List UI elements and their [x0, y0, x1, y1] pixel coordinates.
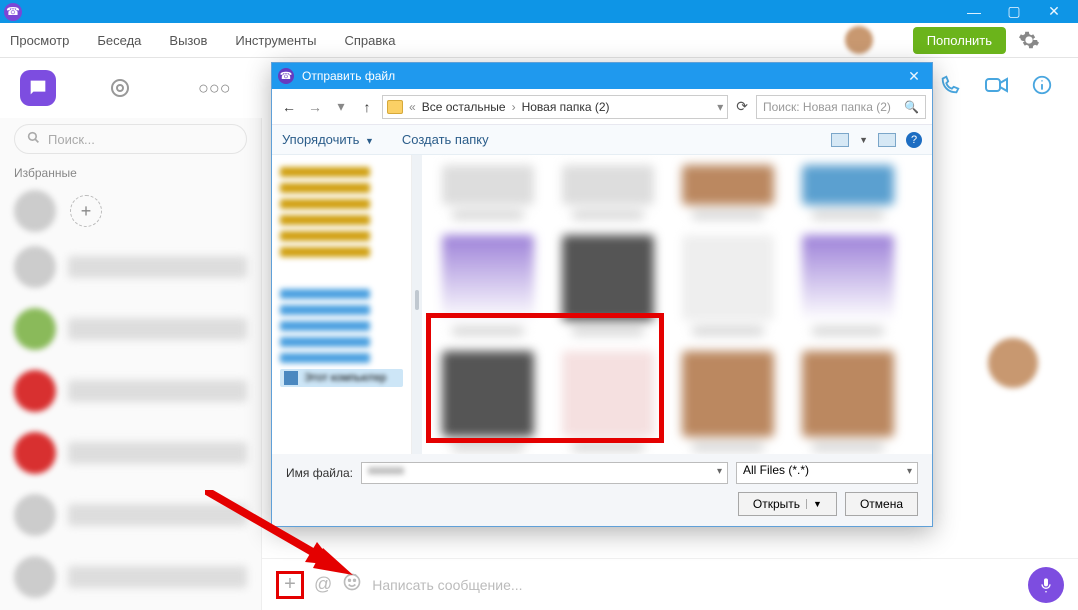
dialog-search-input[interactable]: Поиск: Новая папка (2) 🔍: [756, 95, 926, 119]
file-dialog: ☎ Отправить файл ✕ ← → ▾ ↑ « Все остальн…: [271, 62, 933, 527]
new-folder-button[interactable]: Создать папку: [402, 132, 489, 147]
chat-list: [0, 236, 261, 610]
nav-back-button[interactable]: ←: [278, 99, 300, 115]
search-icon: 🔍: [904, 100, 919, 114]
sidebar: Поиск... Избранные +: [0, 118, 262, 610]
contact-avatar: [988, 338, 1038, 388]
menu-tools[interactable]: Инструменты: [235, 33, 316, 48]
breadcrumb[interactable]: « Все остальные › Новая папка (2) ▾: [382, 95, 728, 119]
preview-pane-button[interactable]: [878, 133, 896, 147]
folder-tree[interactable]: Этот компьютер: [272, 155, 412, 454]
view-mode-button[interactable]: [831, 133, 849, 147]
nav-history-button[interactable]: ▾: [330, 98, 352, 115]
folder-icon: [387, 100, 403, 114]
dialog-close-button[interactable]: ✕: [902, 68, 926, 85]
gear-icon[interactable]: [1018, 29, 1040, 51]
tree-selected-item[interactable]: Этот компьютер: [280, 369, 403, 387]
crumb-item[interactable]: Все остальные: [422, 100, 506, 114]
close-button[interactable]: ✕: [1034, 3, 1074, 20]
menu-help[interactable]: Справка: [344, 33, 395, 48]
dialog-search-placeholder: Поиск: Новая папка (2): [763, 100, 891, 114]
sticker-icon[interactable]: [342, 572, 362, 597]
message-composer: + @ Написать сообщение...: [262, 558, 1078, 610]
phone-icon[interactable]: [938, 74, 962, 102]
tab-chats[interactable]: [20, 70, 56, 106]
crumb-item[interactable]: Новая папка (2): [522, 100, 610, 114]
dialog-footer: Имя файла: xxxxxx All Files (*.*) Открыт…: [272, 454, 932, 526]
dialog-title: Отправить файл: [302, 69, 395, 83]
chat-item[interactable]: [0, 422, 261, 484]
filetype-select[interactable]: All Files (*.*): [736, 462, 918, 484]
chat-item[interactable]: [0, 360, 261, 422]
dialog-app-icon: ☎: [278, 68, 294, 84]
refresh-button[interactable]: ⟳: [736, 98, 748, 115]
nav-forward-button[interactable]: →: [304, 99, 326, 115]
favorites-label: Избранные: [0, 160, 261, 186]
video-icon[interactable]: [984, 74, 1008, 102]
search-placeholder: Поиск...: [48, 132, 95, 147]
dialog-toolbar: Упорядочить ▼ Создать папку ▼ ?: [272, 125, 932, 155]
add-favorite-button[interactable]: +: [70, 195, 102, 227]
menu-call[interactable]: Вызов: [169, 33, 207, 48]
topup-button[interactable]: Пополнить: [913, 27, 1006, 54]
tab-more[interactable]: ○○○: [198, 78, 231, 99]
chat-item[interactable]: [0, 546, 261, 608]
app-icon: ☎: [4, 3, 22, 21]
minimize-button[interactable]: —: [954, 4, 994, 20]
search-icon: [27, 131, 40, 147]
chat-item[interactable]: [0, 236, 261, 298]
cancel-button[interactable]: Отмена: [845, 492, 918, 516]
search-input[interactable]: Поиск...: [14, 124, 247, 154]
profile-avatar[interactable]: [845, 26, 873, 54]
menubar: Просмотр Беседа Вызов Инструменты Справк…: [0, 23, 1078, 58]
attach-button[interactable]: +: [276, 571, 304, 599]
help-button[interactable]: ?: [906, 132, 922, 148]
mic-button[interactable]: [1028, 567, 1064, 603]
filename-input[interactable]: xxxxxx: [361, 462, 728, 484]
chat-item[interactable]: [0, 298, 261, 360]
mention-icon[interactable]: @: [314, 574, 332, 595]
info-icon[interactable]: [1030, 74, 1054, 102]
window-titlebar: ☎ — ▢ ✕: [0, 0, 1078, 23]
dialog-nav: ← → ▾ ↑ « Все остальные › Новая папка (2…: [272, 89, 932, 125]
tab-public[interactable]: [102, 70, 138, 106]
organize-button[interactable]: Упорядочить ▼: [282, 132, 374, 147]
menu-chat[interactable]: Беседа: [97, 33, 141, 48]
menu-view[interactable]: Просмотр: [10, 33, 69, 48]
favorite-avatar[interactable]: [14, 190, 56, 232]
message-input[interactable]: Написать сообщение...: [372, 577, 1018, 593]
maximize-button[interactable]: ▢: [994, 3, 1034, 20]
open-button[interactable]: Открыть▼: [738, 492, 837, 516]
file-grid[interactable]: [422, 155, 932, 454]
splitter[interactable]: [412, 155, 422, 454]
filename-label: Имя файла:: [286, 466, 353, 480]
nav-up-button[interactable]: ↑: [356, 99, 378, 115]
dialog-titlebar: ☎ Отправить файл ✕: [272, 63, 932, 89]
chat-item[interactable]: [0, 484, 261, 546]
